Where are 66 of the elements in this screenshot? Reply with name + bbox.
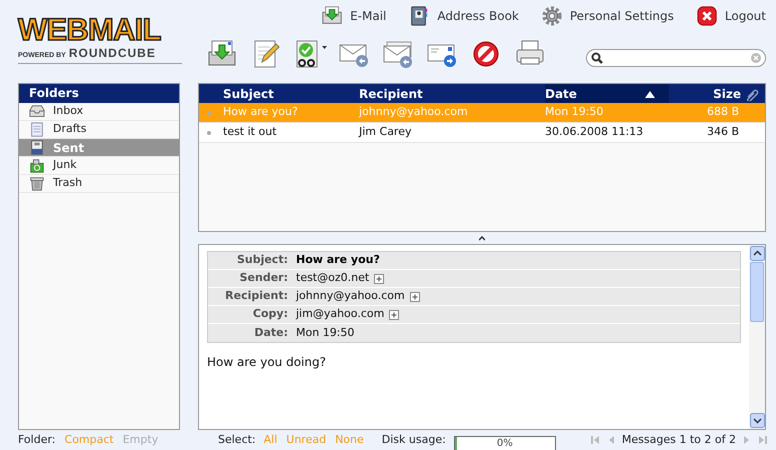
table-cell-text: 688 B [706, 104, 740, 120]
notepad-icon [29, 122, 45, 138]
expand-icon[interactable] [374, 274, 384, 284]
message-body: How are you doing? [207, 354, 327, 371]
status-dot-icon [207, 130, 211, 134]
nav-link[interactable]: Personal Settings [540, 5, 674, 27]
header-label: Copy: [252, 306, 288, 322]
folder-item[interactable]: Junk [19, 157, 179, 175]
nav-link[interactable]: Logout [696, 5, 766, 27]
scroll-up-icon[interactable] [750, 246, 764, 261]
header-value: Mon 19:50 [296, 324, 354, 341]
folder-label: Trash [53, 175, 82, 192]
footer-label: Select: [218, 432, 256, 448]
table-cell-text: How are you? [223, 104, 298, 120]
header-label: Date: [253, 324, 288, 341]
logo-brand: ROUNDCUBE [68, 47, 156, 59]
table-cell-text: test it out [223, 124, 277, 140]
column-header[interactable]: Date [545, 84, 669, 103]
folder-item[interactable]: Trash [19, 175, 179, 193]
header-value: jim@yahoo.com [296, 306, 384, 322]
table-cell-text: Jim Carey [359, 124, 412, 140]
logo-title: WEBMAIL [18, 14, 162, 45]
table-cell-text: johnny@yahoo.com [359, 104, 469, 120]
header-value: johnny@yahoo.com [296, 288, 405, 304]
folder-item[interactable]: Inbox [19, 103, 179, 121]
gear-icon [540, 5, 563, 27]
expand-icon[interactable] [410, 292, 420, 302]
scrollbar[interactable] [749, 245, 765, 429]
header-value: test@oz0.net [296, 270, 370, 286]
mail-tray-icon [321, 5, 344, 27]
expand-icon[interactable] [389, 310, 400, 320]
folder-label: Sent [53, 140, 84, 156]
table-cell-text: 30.06.2008 11:13 [545, 124, 644, 140]
quota-meter: 0% [454, 436, 556, 450]
search-field[interactable] [586, 49, 766, 67]
folder-label: Junk [53, 157, 77, 174]
column-header[interactable]: Subject [199, 84, 359, 103]
scroll-down-icon[interactable] [750, 413, 764, 428]
paperclip-icon [745, 86, 759, 100]
dropdown-caret-icon [322, 46, 326, 48]
footer-label: Disk usage: [382, 432, 446, 448]
folder-label: Inbox [53, 103, 84, 120]
header-label: Recipient: [224, 288, 288, 304]
nav-link[interactable]: E-Mail [321, 5, 386, 27]
address-book-icon [408, 5, 430, 27]
column-header[interactable]: Size [669, 84, 765, 103]
message-row[interactable]: test it out Jim Carey 30.06.2008 11:13 346 B [199, 123, 765, 143]
splitter-handle-icon[interactable] [479, 236, 485, 240]
panel-header: Folders [19, 84, 179, 103]
header-value: How are you? [296, 252, 380, 268]
table-cell-text: 346 B [706, 124, 740, 140]
pager-text: Messages 1 to 2 of 2 [622, 432, 736, 448]
search-icon [591, 52, 603, 64]
table-cell-text: Mon 19:50 [545, 104, 604, 120]
tray-icon [29, 104, 45, 120]
header-label: Subject: [236, 252, 288, 268]
close-icon [696, 5, 718, 27]
folder-label: Drafts [53, 121, 86, 138]
status-dot-icon [207, 110, 211, 114]
trash-icon [29, 176, 45, 192]
scrollbar-thumb[interactable] [750, 262, 764, 322]
column-header[interactable]: Recipient [359, 84, 545, 103]
footer-label: Folder: [18, 432, 56, 448]
sort-ascending-icon [645, 90, 655, 98]
nav-link[interactable]: Address Book [408, 5, 519, 27]
header-label: Sender: [238, 270, 288, 286]
